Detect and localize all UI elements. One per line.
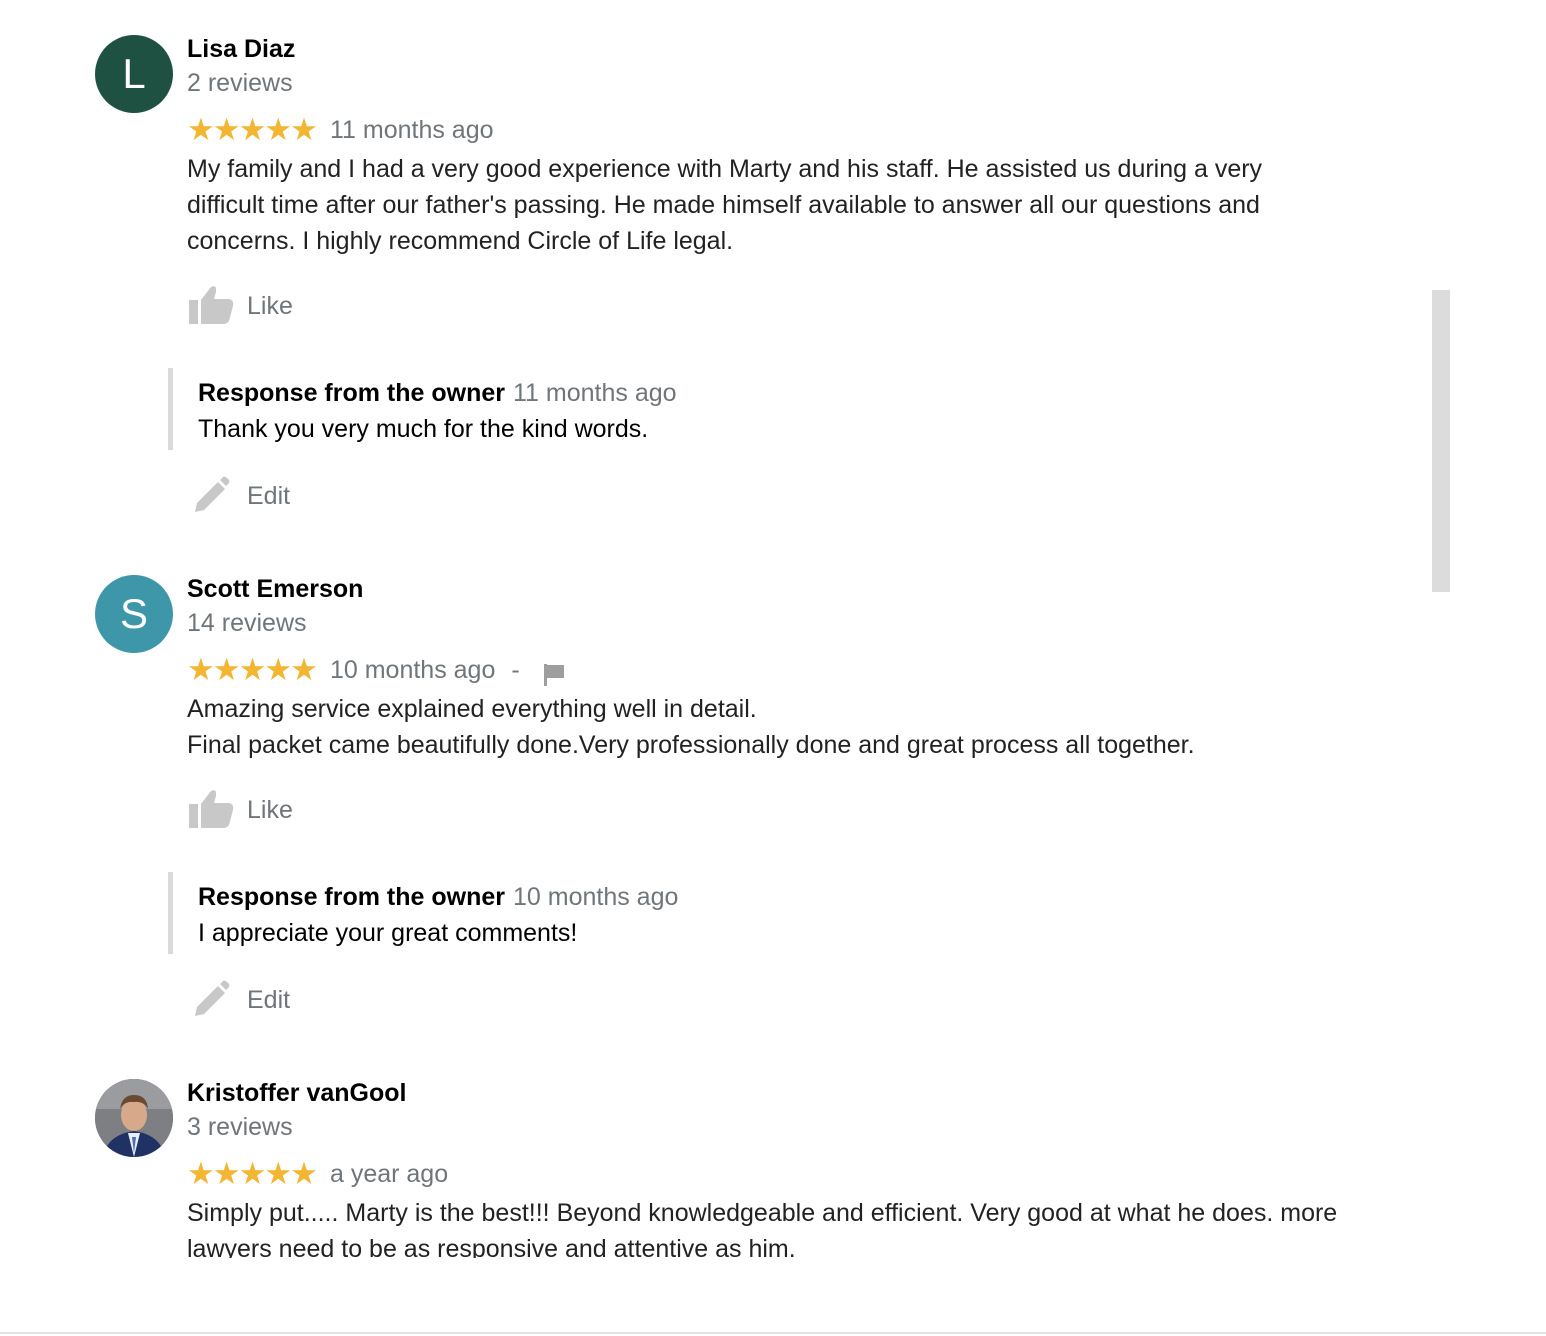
edit-label: Edit: [247, 985, 291, 1014]
edit-button[interactable]: Edit: [187, 978, 290, 1022]
owner-response: Response from the owner 11 months ago Tha…: [168, 368, 1198, 450]
response-title: Response from the owner: [198, 883, 505, 911]
edit-label: Edit: [247, 481, 291, 510]
thumbs-up-icon: [189, 286, 234, 324]
like-button[interactable]: Like: [187, 788, 293, 832]
scrollbar-thumb[interactable]: [1432, 290, 1450, 592]
avatar[interactable]: [95, 1079, 173, 1157]
review-count: 3 reviews: [187, 1113, 293, 1141]
like-label: Like: [247, 291, 293, 320]
review-text: Simply put..... Marty is the best!!! Bey…: [187, 1199, 1338, 1258]
reviewer-name[interactable]: Scott Emerson: [187, 574, 363, 604]
reviews-list: L Lisa Diaz 2 reviews ★★★★★ 11 months ag…: [0, 0, 1546, 1258]
response-date: 10 months ago: [513, 883, 679, 911]
reviewer-name[interactable]: Lisa Diaz: [187, 34, 295, 64]
review-date: 10 months ago: [329, 656, 496, 684]
separator: -: [511, 655, 520, 684]
rating-line: ★★★★★ a year ago: [187, 1158, 448, 1190]
response-text: I appreciate your great comments!: [198, 919, 578, 947]
rating-line: ★★★★★ 10 months ago -: [187, 654, 566, 686]
rating-line: ★★★★★ 11 months ago: [187, 114, 494, 146]
like-button[interactable]: Like: [187, 284, 293, 328]
edit-button[interactable]: Edit: [187, 474, 290, 518]
response-title: Response from the owner: [198, 379, 505, 407]
like-label: Like: [247, 795, 293, 824]
star-rating: ★★★★★: [187, 652, 318, 687]
review-count: 2 reviews: [187, 69, 293, 97]
thumbs-up-icon: [189, 790, 234, 828]
star-rating: ★★★★★: [187, 112, 318, 147]
star-rating: ★★★★★: [187, 1156, 318, 1191]
profile-photo-icon: [95, 1079, 173, 1157]
avatar[interactable]: L: [95, 35, 173, 113]
reviewer-name[interactable]: Kristoffer vanGool: [187, 1078, 406, 1108]
response-date: 11 months ago: [513, 379, 677, 407]
pencil-icon: [195, 476, 230, 512]
divider: [0, 1332, 1546, 1334]
response-text: Thank you very much for the kind words.: [198, 415, 649, 443]
avatar[interactable]: S: [95, 575, 173, 653]
review-date: 11 months ago: [329, 116, 494, 144]
review-date: a year ago: [329, 1160, 449, 1188]
owner-response: Response from the owner 10 months ago I a…: [168, 872, 1198, 954]
pencil-icon: [195, 980, 230, 1016]
review-text: My family and I had a very good experien…: [187, 155, 1263, 255]
flag-icon[interactable]: [542, 662, 566, 686]
review-text: Amazing service explained everything wel…: [187, 695, 1195, 759]
review-count: 14 reviews: [187, 609, 307, 637]
